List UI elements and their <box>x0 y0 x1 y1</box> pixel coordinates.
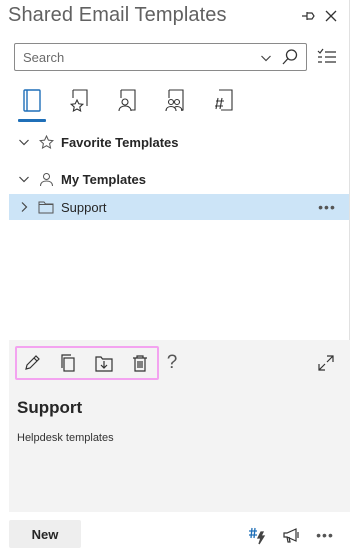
preview-description: Helpdesk templates <box>17 432 114 444</box>
template-preview-panel: ? Support Helpdesk templates <box>9 340 350 512</box>
edit-icon[interactable] <box>21 352 43 374</box>
expand-icon[interactable] <box>315 352 337 374</box>
megaphone-icon[interactable] <box>281 524 303 546</box>
user-page-icon <box>118 89 136 112</box>
search-icon[interactable] <box>280 47 300 67</box>
hash-page-icon <box>215 89 233 111</box>
move-icon[interactable] <box>93 352 115 374</box>
tree-node-favorite-templates[interactable]: Favorite Templates <box>9 129 349 155</box>
chevron-down-icon[interactable] <box>15 170 33 188</box>
more-options-icon[interactable]: ••• <box>317 198 337 216</box>
tab-my-templates[interactable] <box>110 84 146 122</box>
checklist-icon[interactable] <box>316 46 338 68</box>
help-icon[interactable]: ? <box>161 352 183 374</box>
tab-hashtag-templates[interactable] <box>206 84 242 122</box>
team-page-icon <box>165 89 184 112</box>
tree-node-my-templates[interactable]: My Templates <box>9 166 349 192</box>
pane-header: Shared Email Templates <box>0 0 350 34</box>
person-icon <box>37 170 55 188</box>
pane-title: Shared Email Templates <box>8 4 227 26</box>
more-options-icon[interactable]: ••• <box>314 524 336 546</box>
preview-title: Support <box>17 398 83 417</box>
chevron-down-icon[interactable] <box>15 133 33 151</box>
tab-team-templates[interactable] <box>158 84 194 122</box>
tree-node-label: My Templates <box>61 171 147 187</box>
book-icon <box>23 89 41 112</box>
hash-lightning-icon[interactable] <box>246 524 268 546</box>
chevron-right-icon[interactable] <box>15 198 33 216</box>
tree-node-support[interactable]: Support ••• <box>9 194 349 220</box>
shared-templates-pane: Shared Email Templates Search Favorite T… <box>0 0 350 554</box>
pane-footer: New ••• <box>0 512 350 554</box>
pin-icon[interactable] <box>298 6 318 26</box>
folder-icon <box>37 198 55 216</box>
copy-icon[interactable] <box>57 352 79 374</box>
tree-node-label: Support <box>61 199 107 215</box>
close-icon[interactable] <box>321 6 341 26</box>
delete-icon[interactable] <box>129 352 151 374</box>
category-tabs <box>12 84 252 122</box>
star-page-icon <box>69 89 88 113</box>
search-input[interactable] <box>23 48 243 66</box>
tree-node-label: Favorite Templates <box>61 134 179 150</box>
chevron-down-icon[interactable] <box>258 50 274 66</box>
tab-favorite-templates[interactable] <box>62 84 98 122</box>
search-box <box>14 43 307 71</box>
new-template-button[interactable]: New <box>9 520 81 548</box>
star-icon <box>37 133 55 151</box>
tab-all-templates[interactable] <box>14 84 50 122</box>
